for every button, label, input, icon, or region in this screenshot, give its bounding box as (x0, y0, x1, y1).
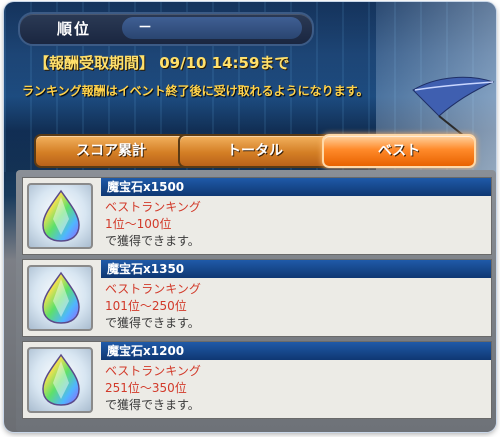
tab-best[interactable]: ベスト (322, 134, 476, 168)
rank-bar: 順位 － (18, 12, 314, 46)
reward-item: 魔宝石x1200 ベストランキング 251位～350位 で獲得できます。 (22, 341, 492, 419)
tab-total[interactable]: トータル (178, 134, 332, 168)
reward-item: 魔宝石x1350 ベストランキング 101位～250位 で獲得できます。 (22, 259, 492, 337)
reward-thumbnail (27, 183, 93, 249)
reward-range: 1位～100位 (105, 217, 172, 231)
reward-item: 魔宝石x1500 ベストランキング 1位～100位 で獲得できます。 (22, 177, 492, 255)
rainbow-gem-icon (42, 189, 80, 242)
reward-thumbnail (27, 347, 93, 413)
reward-category: ベストランキング (105, 282, 201, 296)
rank-value: － (122, 17, 302, 39)
reward-category: ベストランキング (105, 200, 201, 214)
reward-note: で獲得できます。 (105, 316, 200, 330)
reward-name: 魔宝石x1200 (101, 342, 491, 360)
reward-notice-text: ランキング報酬はイベント終了後に受け取れるようになります。 (22, 84, 369, 98)
reward-name: 魔宝石x1350 (101, 260, 491, 278)
reward-note: で獲得できます。 (105, 398, 200, 412)
feather-quill-icon (412, 76, 495, 141)
reward-range: 251位～350位 (105, 381, 187, 395)
reward-period-text: 【報酬受取期間】 09/10 14:59まで (34, 54, 290, 72)
rainbow-gem-icon (42, 353, 80, 406)
reward-note: で獲得できます。 (105, 234, 200, 248)
tab-score-total[interactable]: スコア累計 (34, 134, 188, 168)
reward-name: 魔宝石x1500 (101, 178, 491, 196)
reward-category: ベストランキング (105, 364, 201, 378)
rainbow-gem-icon (42, 271, 80, 324)
rank-label: 順位 (56, 20, 91, 38)
reward-thumbnail (27, 265, 93, 331)
reward-range: 101位～250位 (105, 299, 187, 313)
event-ranking-screen: 順位 － 【報酬受取期間】 09/10 14:59まで ランキング報酬はイベント… (4, 2, 496, 432)
